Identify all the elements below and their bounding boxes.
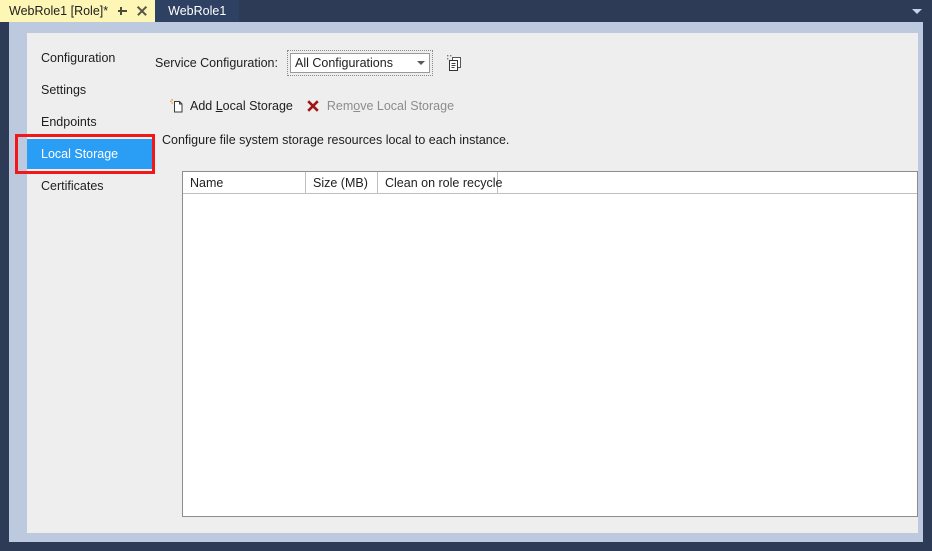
- sidebar-item-settings[interactable]: Settings: [27, 75, 155, 105]
- sidebar-item-label: Configuration: [41, 51, 116, 65]
- sidebar-item-local-storage[interactable]: Local Storage: [27, 139, 155, 169]
- grid-column-size[interactable]: Size (MB): [306, 172, 378, 193]
- tab-strip: WebRole1 [Role]* WebRole1: [0, 0, 932, 22]
- tab-webrole1-role[interactable]: WebRole1 [Role]*: [0, 0, 156, 22]
- local-storage-toolbar: Add Local Storage Remove Local Storage: [162, 95, 460, 117]
- sidebar-item-endpoints[interactable]: Endpoints: [27, 107, 155, 137]
- remove-local-storage-button[interactable]: Remove Local Storage: [299, 95, 460, 117]
- service-configuration-label: Service Configuration:: [155, 56, 278, 70]
- grid-column-clean-on-role-recycle[interactable]: Clean on role recycle: [378, 172, 502, 193]
- chevron-down-icon: [416, 61, 425, 65]
- grid-header-row: Name Size (MB) Clean on role recycle: [183, 172, 917, 194]
- panel-description: Configure file system storage resources …: [162, 133, 510, 147]
- sidebar-item-configuration[interactable]: Configuration: [27, 43, 155, 73]
- role-designer-panel: Configuration Settings Endpoints Local S…: [15, 33, 918, 533]
- local-storage-grid: Name Size (MB) Clean on role recycle: [182, 171, 918, 517]
- tab-overflow-button[interactable]: [902, 0, 932, 22]
- remove-local-storage-label: Remove Local Storage: [326, 99, 455, 113]
- copy-configuration-icon: [446, 55, 461, 71]
- add-local-storage-label: Add Local Storage: [190, 99, 293, 113]
- service-configuration-value: All Configurations: [294, 56, 393, 70]
- tab-webrole1[interactable]: WebRole1: [155, 0, 240, 22]
- service-configuration-select[interactable]: All Configurations: [289, 53, 430, 73]
- main-content: Service Configuration: All Configuration…: [155, 33, 918, 533]
- sidebar-item-label: Settings: [41, 83, 87, 97]
- add-local-storage-button[interactable]: Add Local Storage: [162, 95, 299, 117]
- sidebar-item-certificates[interactable]: Certificates: [27, 171, 155, 201]
- grid-column-name[interactable]: Name: [183, 172, 306, 193]
- sidebar-item-label: Local Storage: [41, 147, 119, 161]
- close-icon[interactable]: [136, 5, 148, 17]
- pin-icon[interactable]: [116, 5, 129, 18]
- tab-label: WebRole1: [168, 4, 227, 18]
- add-new-item-icon: [168, 98, 185, 115]
- tab-strip-spacer: [239, 0, 902, 22]
- grid-column-label: Size (MB): [313, 175, 368, 190]
- sidebar-item-label: Endpoints: [41, 115, 97, 129]
- tab-label: WebRole1 [Role]*: [9, 4, 109, 18]
- grid-body[interactable]: [183, 194, 917, 516]
- sidebar: Configuration Settings Endpoints Local S…: [15, 33, 155, 533]
- grid-column-label: Name: [190, 175, 224, 190]
- delete-x-icon: [305, 98, 322, 115]
- service-configuration-select-focus: All Configurations: [286, 50, 433, 76]
- chevron-down-icon: [912, 8, 922, 14]
- copy-configuration-button[interactable]: [445, 53, 465, 73]
- grid-column-filler: [498, 172, 917, 193]
- grid-column-label: Clean on role recycle: [385, 175, 503, 190]
- sidebar-item-label: Certificates: [41, 179, 104, 193]
- service-configuration-row: Service Configuration: All Configuration…: [155, 50, 465, 76]
